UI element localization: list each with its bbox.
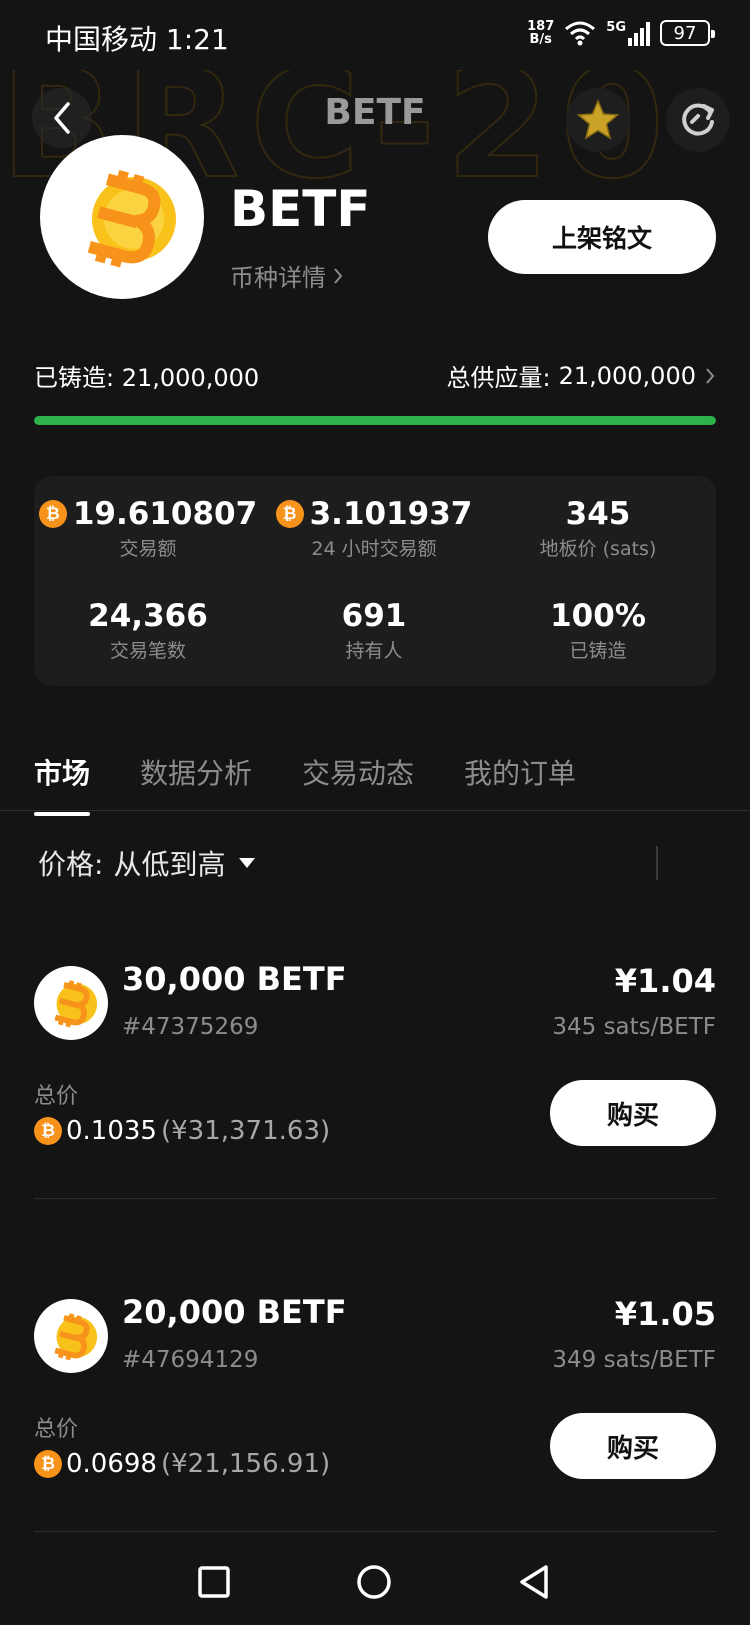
recent-apps-button[interactable] xyxy=(184,1552,244,1612)
list-inscription-button[interactable]: 上架铭文 xyxy=(488,200,716,274)
total-price-label: 总价 xyxy=(34,1417,79,1442)
bitcoin-icon: ₿ xyxy=(38,500,67,528)
supply-value: 21,000,000 xyxy=(558,361,696,390)
total-btc: 0.0698 xyxy=(66,1449,157,1479)
total-price: ₿ 0.1035 (¥31,371.63) xyxy=(34,1116,330,1146)
token-name: BETF xyxy=(230,180,371,238)
total-price-label: 总价 xyxy=(34,1084,79,1109)
stat-label: 24 小时交易额 xyxy=(311,538,437,560)
token-logo xyxy=(40,135,204,299)
listing-amount: 20,000 BETF xyxy=(122,1293,347,1331)
stat-label: 交易额 xyxy=(119,538,177,560)
stat-value: 100% xyxy=(550,598,646,634)
buy-button[interactable]: 购买 xyxy=(550,1080,716,1146)
tab-my-orders[interactable]: 我的订单 xyxy=(464,752,576,810)
listing-price: ¥1.04 xyxy=(614,962,716,1000)
listing-card: 30,000 BETF #47375269 ¥1.04 345 sats/BET… xyxy=(34,960,716,1266)
listing-price: ¥1.05 xyxy=(614,1295,716,1333)
mint-progress-bar xyxy=(34,416,716,425)
triangle-back-icon xyxy=(520,1565,548,1599)
status-bar: 中国移动 1:21 187 B/s 5G 97 xyxy=(0,0,750,74)
buy-button[interactable]: 购买 xyxy=(550,1413,716,1479)
sort-label: 价格: xyxy=(38,848,104,881)
bitcoin-icon: ₿ xyxy=(275,500,304,528)
stat-value: 345 xyxy=(565,496,631,532)
status-icons: 187 B/s 5G 97 xyxy=(527,20,715,46)
battery-indicator: 97 xyxy=(660,20,715,46)
listing-id: #47694129 xyxy=(122,1347,259,1373)
network-type: 5G xyxy=(606,20,626,35)
square-icon xyxy=(198,1566,230,1598)
chevron-right-icon xyxy=(334,267,343,284)
betf-logo-icon xyxy=(54,980,98,1028)
total-cny: (¥21,156.91) xyxy=(160,1449,331,1479)
betf-logo-icon xyxy=(54,1313,98,1361)
caret-down-icon xyxy=(239,858,256,868)
carrier-time: 中国移动 1:21 xyxy=(45,23,229,56)
chevron-right-icon xyxy=(706,367,715,384)
stat-volume: ₿ 19.610807 交易额 xyxy=(38,496,258,561)
listing-unit-price: 349 sats/BETF xyxy=(552,1347,716,1373)
cellular-signal-icon: 5G xyxy=(606,20,650,46)
token-logo xyxy=(34,966,108,1040)
stat-floor-price: 345 地板价 (sats) xyxy=(488,496,708,561)
stats-card: ₿ 19.610807 交易额 ₿ 3.101937 24 小时交易额 345 地板… xyxy=(34,476,716,686)
home-button[interactable] xyxy=(344,1552,404,1612)
stat-value: 3.101937 xyxy=(309,496,473,532)
wifi-icon xyxy=(565,21,596,46)
token-detail-link[interactable]: 币种详情 xyxy=(230,258,344,293)
stat-value: 24,366 xyxy=(88,598,208,634)
supply-label: 总供应量: xyxy=(446,364,551,392)
minted-value: 21,000,000 xyxy=(121,364,260,392)
total-price: ₿ 0.0698 (¥21,156.91) xyxy=(34,1449,330,1479)
divider xyxy=(34,1531,716,1532)
stat-trade-count: 24,366 交易笔数 xyxy=(38,598,258,663)
betf-logo-icon xyxy=(87,169,176,268)
stat-label: 交易笔数 xyxy=(109,640,186,662)
circle-icon xyxy=(357,1565,391,1599)
stat-label: 地板价 (sats) xyxy=(539,538,657,560)
listing-amount: 30,000 BETF xyxy=(122,960,347,998)
tab-bar: 市场 数据分析 交易动态 我的订单 xyxy=(34,752,576,816)
sort-value: 从低到高 xyxy=(113,848,226,881)
mint-progress-fill xyxy=(34,416,716,425)
listing-unit-price: 345 sats/BETF xyxy=(552,1014,716,1040)
total-cny: (¥31,371.63) xyxy=(160,1116,331,1146)
token-detail-label: 币种详情 xyxy=(230,264,326,292)
tab-trade-activity[interactable]: 交易动态 xyxy=(302,752,414,810)
tab-data-analysis[interactable]: 数据分析 xyxy=(140,752,252,810)
system-navigation-bar xyxy=(0,1540,750,1625)
divider xyxy=(656,846,658,880)
listing-id: #47375269 xyxy=(122,1014,259,1040)
stat-24h-volume: ₿ 3.101937 24 小时交易额 xyxy=(264,496,484,561)
token-logo xyxy=(34,1299,108,1373)
stat-value: 19.610807 xyxy=(72,496,258,532)
minted-label: 已铸造: xyxy=(34,364,115,392)
page-title: BETF xyxy=(324,92,426,133)
mint-info-row: 已铸造: 21,000,000 总供应量: 21,000,000 xyxy=(34,358,716,398)
price-sort-dropdown[interactable]: 价格: 从低到高 xyxy=(38,843,256,883)
divider xyxy=(0,810,750,811)
favorite-button[interactable] xyxy=(566,88,630,152)
back-nav-button[interactable] xyxy=(504,1552,564,1612)
divider xyxy=(34,1198,716,1199)
stat-minted-percent: 100% 已铸造 xyxy=(488,598,708,663)
tab-market[interactable]: 市场 xyxy=(34,752,91,816)
total-supply-link[interactable]: 总供应量: 21,000,000 xyxy=(446,358,716,393)
net-speed-unit: B/s xyxy=(529,32,552,47)
refresh-icon xyxy=(682,103,714,136)
stat-holders: 691 持有人 xyxy=(264,598,484,663)
net-speed: 187 B/s xyxy=(527,20,554,46)
stat-label: 持有人 xyxy=(345,640,403,662)
bitcoin-icon: ₿ xyxy=(34,1117,62,1145)
minted-info: 已铸造: 21,000,000 xyxy=(34,358,259,393)
stat-value: 691 xyxy=(341,598,407,634)
stat-label: 已铸造 xyxy=(569,640,627,662)
star-icon xyxy=(576,99,620,140)
refresh-button[interactable] xyxy=(666,88,730,152)
total-btc: 0.1035 xyxy=(66,1116,157,1146)
bitcoin-icon: ₿ xyxy=(34,1450,62,1478)
